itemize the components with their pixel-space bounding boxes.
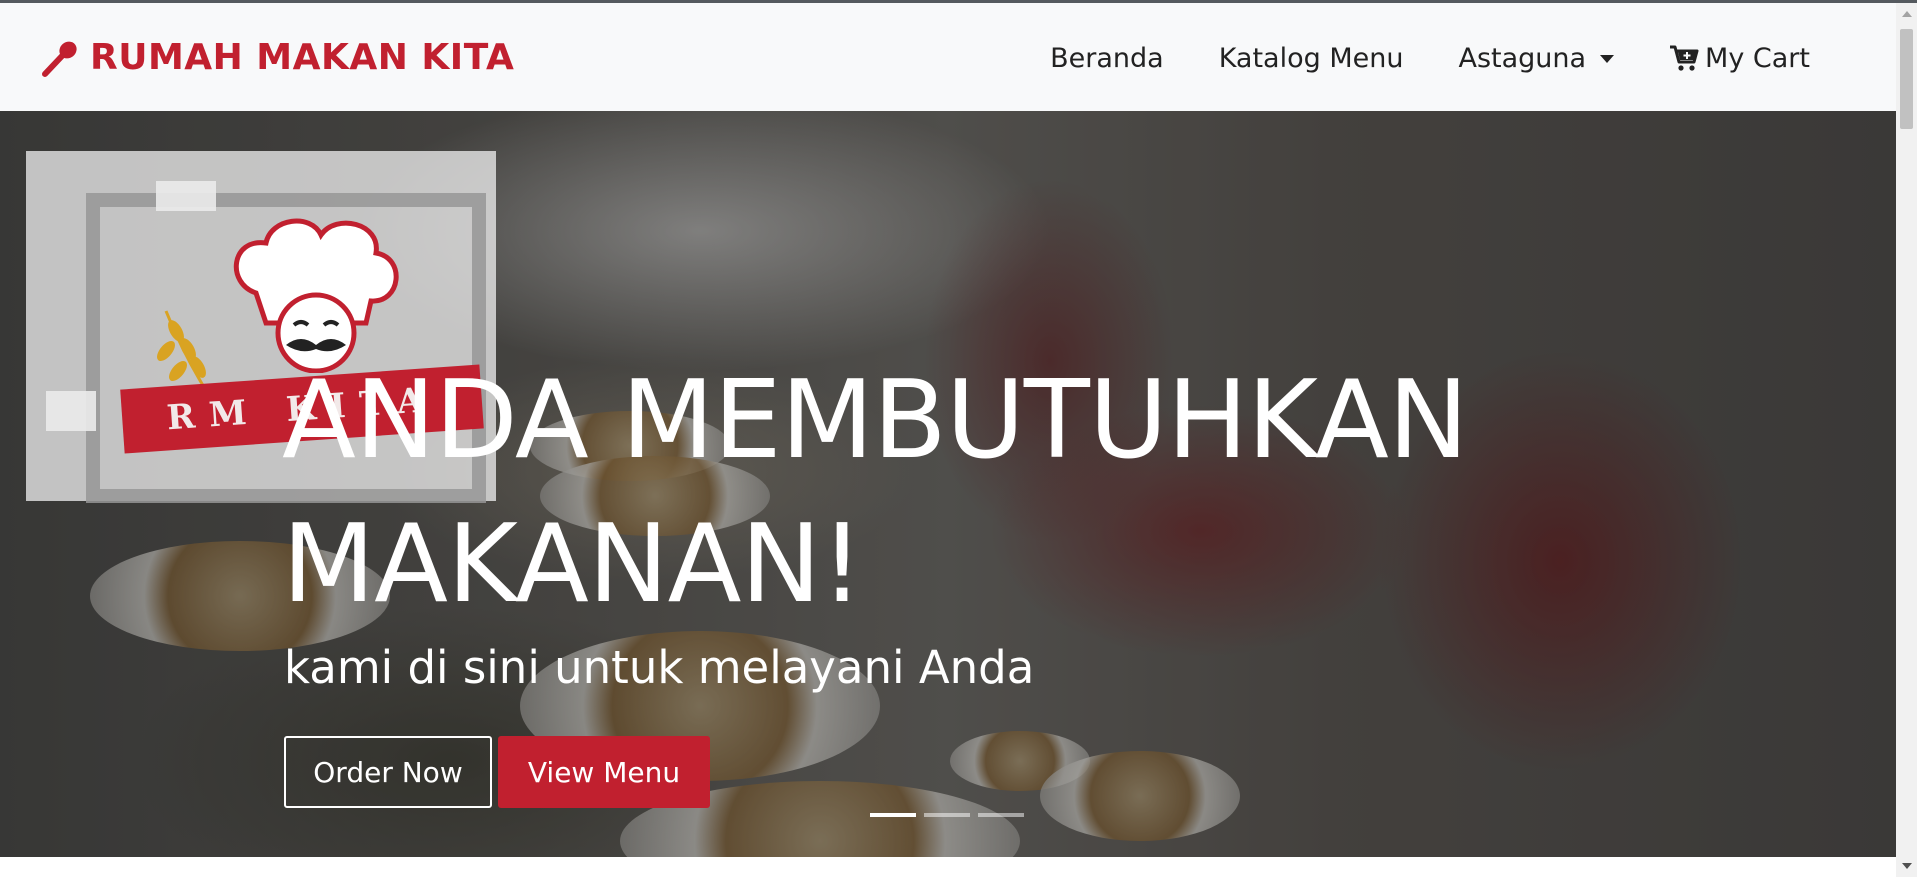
brand-name: RUMAH MAKAN KITA bbox=[90, 37, 515, 78]
scroll-up-arrow-icon[interactable] bbox=[1902, 11, 1912, 17]
order-now-button[interactable]: Order Now bbox=[284, 736, 492, 808]
vertical-scrollbar[interactable] bbox=[1896, 3, 1917, 877]
nav-item-astaguna-label: Astaguna bbox=[1458, 42, 1587, 74]
nav-item-astaguna-dropdown[interactable]: Astaguna bbox=[1458, 42, 1615, 74]
spoon-icon bbox=[42, 41, 77, 77]
carousel-indicator-2[interactable] bbox=[924, 813, 970, 817]
nav-item-beranda[interactable]: Beranda bbox=[1050, 43, 1164, 74]
hero-carousel: RM KITA ANDA MEMBUTUHKAN MAKANAN! kami d… bbox=[0, 111, 1896, 857]
cart-label: My Cart bbox=[1705, 42, 1810, 74]
hero-title: ANDA MEMBUTUHKAN MAKANAN! bbox=[282, 358, 1469, 627]
hero-subtitle: kami di sini untuk melayani Anda bbox=[284, 641, 1035, 694]
brand-logo-link[interactable]: RUMAH MAKAN KITA bbox=[40, 37, 514, 78]
carousel-indicator-1[interactable] bbox=[870, 813, 916, 817]
nav-links: Beranda Katalog Menu Astaguna My Cart bbox=[995, 37, 1810, 79]
cart-icon bbox=[1670, 45, 1699, 71]
scrollbar-thumb[interactable] bbox=[1900, 29, 1913, 129]
nav-item-my-cart[interactable]: My Cart bbox=[1669, 43, 1810, 74]
navbar: RUMAH MAKAN KITA Beranda Katalog Menu As… bbox=[0, 3, 1896, 111]
caret-down-icon bbox=[1600, 55, 1615, 63]
carousel-indicators bbox=[870, 813, 1032, 817]
view-menu-button[interactable]: View Menu bbox=[498, 736, 710, 808]
nav-item-katalog-menu[interactable]: Katalog Menu bbox=[1219, 43, 1404, 74]
carousel-indicator-3[interactable] bbox=[978, 813, 1024, 817]
scroll-down-arrow-icon[interactable] bbox=[1902, 863, 1912, 869]
